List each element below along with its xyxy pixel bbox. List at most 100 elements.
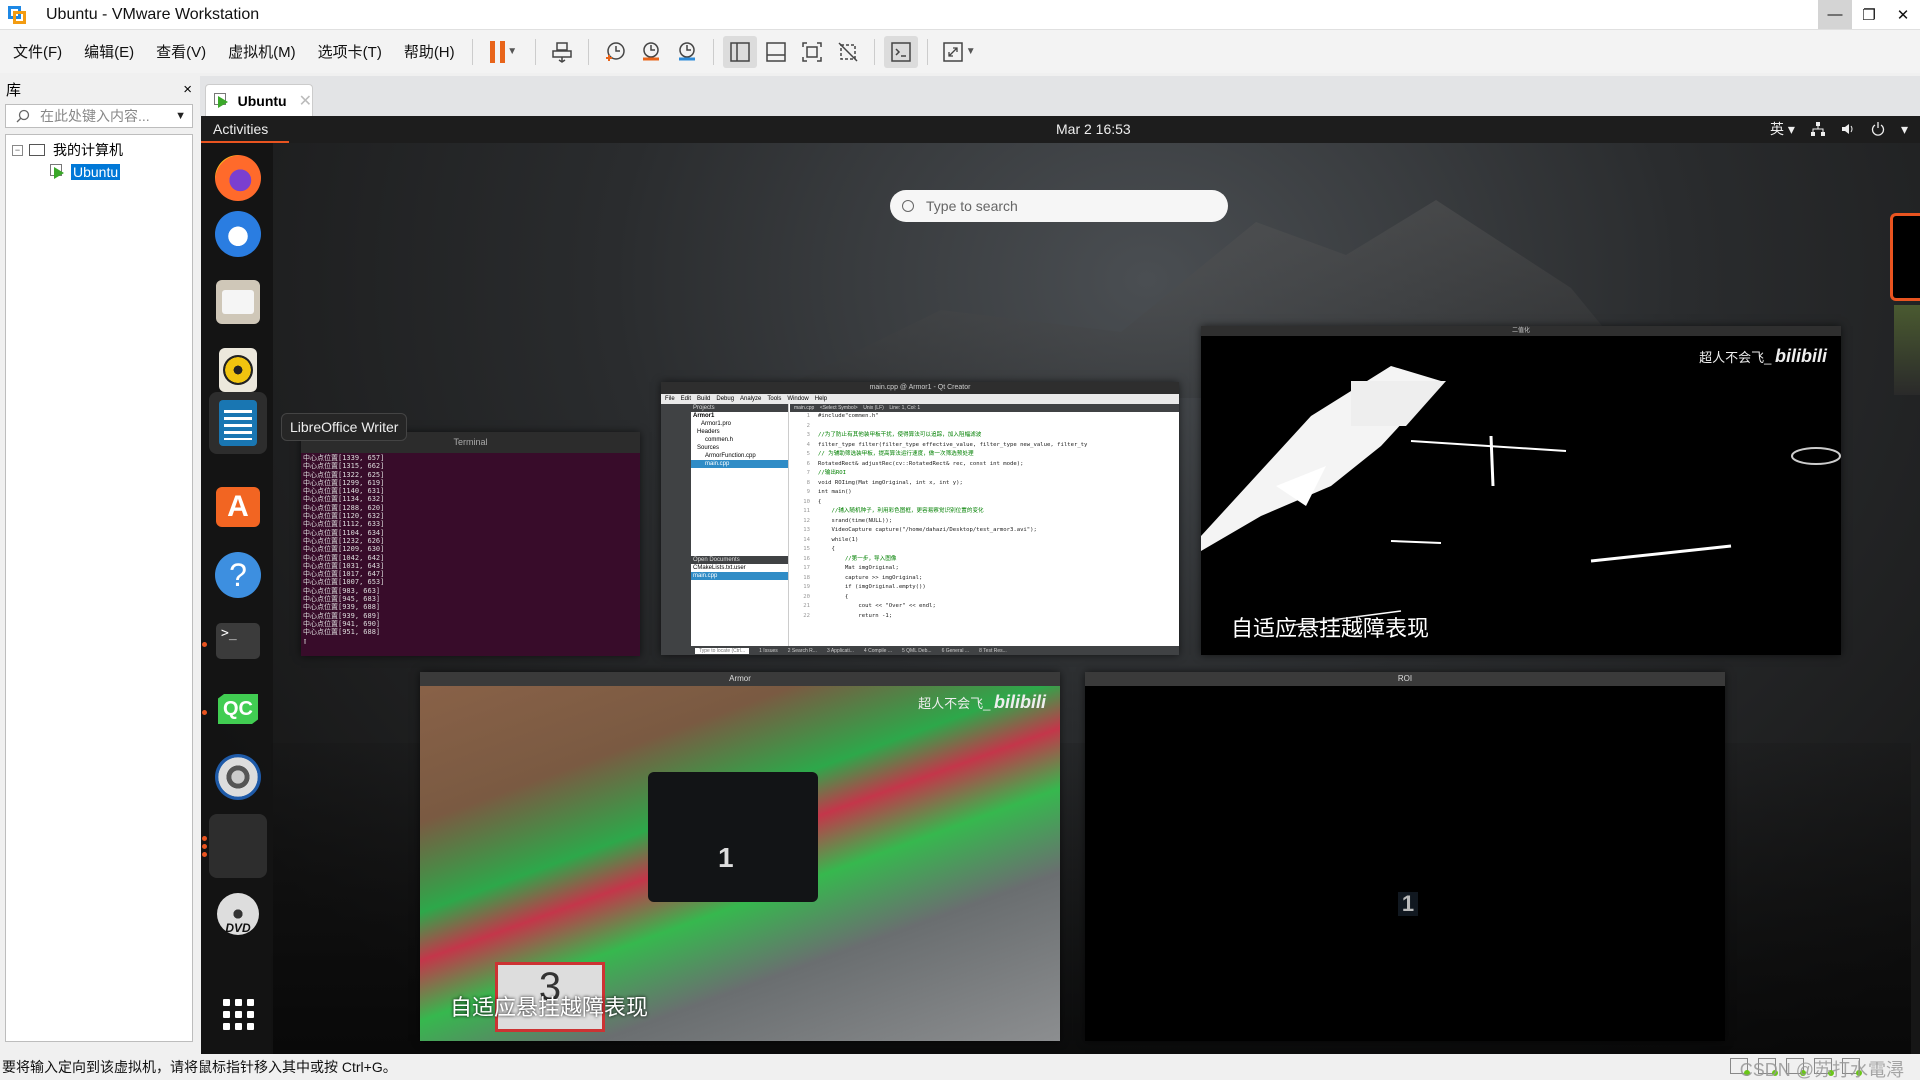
activities-button[interactable]: Activities [213, 121, 268, 137]
unity-button[interactable] [831, 36, 865, 68]
terminal-window-thumbnail[interactable]: Terminal 中心点位置[1339, 657] 中心点位置[1315, 662… [301, 432, 640, 656]
tree-item-my-computer[interactable]: − 我的计算机 [12, 139, 186, 161]
console-view-button[interactable] [883, 35, 918, 68]
output-pane-tab[interactable]: 8 Test Res... [979, 648, 1007, 654]
rhythmbox-icon [219, 348, 257, 392]
armor-window-thumbnail[interactable]: Armor 1 3 超人不会飞_ bilibili 自适应悬挂越障表现 [420, 672, 1060, 1041]
dock-ubuntu-software[interactable]: A [209, 478, 267, 536]
dock-qt-creator[interactable]: QC [209, 680, 267, 738]
fullscreen-button[interactable] [795, 36, 829, 68]
volume-icon[interactable] [1841, 122, 1855, 136]
minimize-button[interactable]: — [1818, 0, 1852, 29]
qt-menu-item[interactable]: Edit [681, 396, 691, 402]
output-pane-tab[interactable]: 5 QML Deb... [902, 648, 932, 654]
stretch-button[interactable]: ▼ [937, 36, 981, 68]
menu-view[interactable]: 查看(V) [147, 41, 215, 62]
input-method-indicator[interactable]: 英 ▾ [1770, 119, 1795, 139]
qtcreator-title: main.cpp @ Armor1 - Qt Creator [661, 382, 1179, 394]
project-tree-item[interactable]: Armor1.pro [691, 420, 788, 428]
collapse-icon[interactable]: − [12, 144, 23, 156]
project-tree-item[interactable]: Armor1 [691, 412, 788, 420]
tree-label-ubuntu: Ubuntu [71, 164, 121, 180]
project-tree-item[interactable]: Sources [691, 444, 788, 452]
dock-opencv-windows[interactable] [209, 814, 267, 878]
qt-menu-item[interactable]: Debug [716, 396, 734, 402]
qt-menu-item[interactable]: Tools [767, 396, 781, 402]
smplayer-icon [215, 754, 261, 800]
overview-search-input[interactable]: Type to search [890, 190, 1228, 222]
project-tree-item[interactable]: ArmorFunction.cpp [691, 452, 788, 460]
view-library-button[interactable] [722, 35, 757, 68]
snapshot-manager-button[interactable] [670, 36, 704, 68]
guest-display[interactable]: Activities Mar 2 16:53 英 ▾ ▾ Type to sea… [201, 116, 1920, 1054]
binary-window-thumbnail[interactable]: 二值化 超人不会飞_ bilibili 自适应悬挂越障表现 [1201, 326, 1841, 655]
dock-smplayer[interactable] [209, 748, 267, 806]
terminal-line: 中心点位置[1112, 633] [303, 520, 385, 529]
dock-files[interactable] [209, 273, 267, 331]
network-icon[interactable] [1810, 122, 1825, 136]
restore-button[interactable]: ❐ [1852, 0, 1886, 29]
clock[interactable]: Mar 2 16:53 [1056, 121, 1131, 137]
workspace-2-thumbnail[interactable] [1894, 305, 1920, 395]
send-ctrl-alt-del-button[interactable] [545, 36, 579, 68]
project-tree-item[interactable]: Headers [691, 428, 788, 436]
qtcreator-window-thumbnail[interactable]: main.cpp @ Armor1 - Qt Creator File Edit B… [661, 382, 1179, 655]
output-pane-tab[interactable]: 6 General ... [942, 648, 970, 654]
library-search-input[interactable]: 在此处键入内容... ▼ [5, 104, 193, 128]
qt-menu-item[interactable]: File [665, 396, 675, 402]
dock-terminal[interactable]: >_ [209, 612, 267, 670]
tree-item-ubuntu[interactable]: Ubuntu [12, 161, 186, 183]
tab-ubuntu[interactable]: Ubuntu ✕ [205, 84, 313, 116]
tab-close-icon[interactable]: ✕ [299, 91, 312, 111]
menu-edit[interactable]: 编辑(E) [75, 41, 143, 62]
dock-libreoffice-writer[interactable] [209, 392, 267, 454]
close-button[interactable]: ✕ [1886, 0, 1920, 29]
project-tree-item[interactable]: commen.h [691, 436, 788, 444]
dock-thunderbird[interactable] [209, 205, 267, 263]
qt-menu-item[interactable]: Analyze [740, 396, 761, 402]
library-close-button[interactable]: × [183, 81, 192, 98]
menu-tabs[interactable]: 选项卡(T) [309, 41, 391, 62]
csdn-watermark: CSDN @苏打水電潯 [1739, 1060, 1904, 1080]
code-line: 6 RotatedRect& adjustRec(cv::RotatedRect&… [790, 460, 1179, 470]
chevron-down-icon[interactable]: ▼ [175, 110, 186, 122]
computer-icon [29, 144, 45, 156]
terminal-cursor: ▯ [303, 636, 308, 645]
dock-rhythmbox[interactable] [209, 341, 267, 399]
code-line: 5// 为辅助筛选装甲板，提高算法运行速度，做一次筛选预处理 [790, 450, 1179, 460]
snapshot-take-button[interactable] [598, 36, 632, 68]
files-icon [216, 280, 260, 324]
dock-firefox[interactable] [209, 149, 267, 207]
qt-menu-item[interactable]: Help [815, 396, 827, 402]
roi-window-thumbnail[interactable]: ROI 1 [1085, 672, 1725, 1041]
system-menu-chevron-icon[interactable]: ▾ [1901, 121, 1908, 138]
code-line: 9 int main() [790, 488, 1179, 498]
snapshot-revert-button[interactable] [634, 36, 668, 68]
show-applications-button[interactable] [209, 985, 267, 1043]
menu-file[interactable]: 文件(F) [4, 41, 71, 62]
open-document-item[interactable]: main.cpp [691, 572, 788, 580]
output-pane-tab[interactable]: 2 Search R... [788, 648, 817, 654]
qt-menu-item[interactable]: Build [697, 396, 710, 402]
output-pane-tab[interactable]: 1 Issues [759, 648, 778, 654]
qt-menu-item[interactable]: Window [787, 396, 808, 402]
console-icon [890, 41, 911, 62]
menu-help[interactable]: 帮助(H) [395, 41, 464, 62]
power-icon[interactable] [1871, 122, 1885, 136]
output-pane-tab[interactable]: 4 Compile ... [864, 648, 892, 654]
dock-help[interactable]: ? [209, 546, 267, 604]
open-document-item[interactable]: CMakeLists.txt.user [691, 564, 788, 572]
menu-vm[interactable]: 虚拟机(M) [219, 41, 305, 62]
fullscreen-icon [801, 41, 822, 62]
locator-input[interactable]: Type to locate (Ctrl... [695, 647, 750, 654]
project-tree-item[interactable]: main.cpp [691, 460, 788, 468]
pause-button[interactable]: ▼ [482, 36, 526, 68]
status-hint: 要将输入定向到该虚拟机，请将鼠标指针移入其中或按 Ctrl+G。 [2, 1059, 397, 1075]
code-line: 3//为了防止有其他装甲板干扰，使得算法可以追踪，加入阻幅滤波 [790, 431, 1179, 441]
terminal-line: 中心点位置[1322, 625] [303, 470, 385, 479]
qtcreator-menubar: File Edit Build Debug Analyze Tools Window Help [661, 394, 1179, 404]
dock-dvd[interactable]: DVD [209, 885, 267, 943]
output-pane-tab[interactable]: 3 Applicati... [827, 648, 854, 654]
view-thumbnail-button[interactable] [759, 36, 793, 68]
workspace-1-thumbnail[interactable] [1890, 213, 1920, 301]
